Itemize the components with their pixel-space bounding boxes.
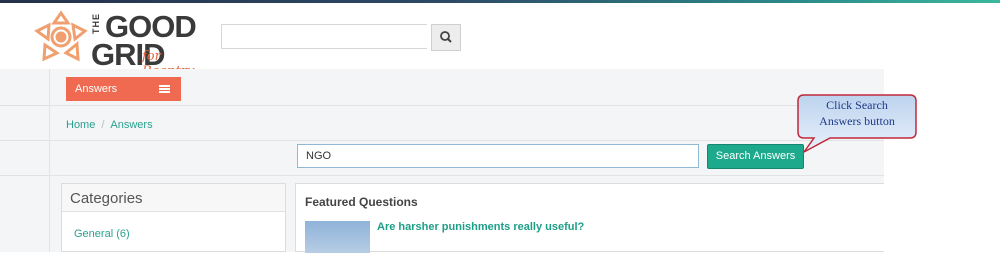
- category-item-general[interactable]: General (6): [74, 228, 130, 240]
- header-search-input[interactable]: [221, 24, 427, 49]
- site-logo[interactable]: THE GOOD GRID for Reentry: [33, 9, 213, 79]
- logo-the: THE: [91, 13, 101, 34]
- categories-heading: Categories: [62, 184, 285, 212]
- featured-heading: Featured Questions: [305, 195, 418, 209]
- breadcrumb: Home / Answers: [66, 119, 153, 131]
- answers-search-input[interactable]: [297, 144, 699, 168]
- section-divider: [50, 175, 884, 176]
- rail-divider: [0, 175, 49, 176]
- featured-question-link[interactable]: Are harsher punishments really useful?: [377, 221, 584, 233]
- breadcrumb-separator: /: [101, 119, 105, 131]
- breadcrumb-home[interactable]: Home: [66, 119, 95, 131]
- answers-section-bar[interactable]: Answers: [66, 77, 181, 101]
- section-divider: [50, 105, 884, 106]
- section-divider: [50, 140, 884, 141]
- instruction-callout: Click Search Answers button: [790, 92, 918, 156]
- rail-divider: [0, 105, 49, 106]
- rail-divider: [0, 140, 49, 141]
- main-content: Answers Home/Answers Search Answers Cate…: [50, 69, 884, 253]
- question-thumbnail[interactable]: [305, 221, 370, 253]
- categories-panel: Categories General (6): [61, 183, 286, 252]
- header-search-button[interactable]: [431, 24, 461, 51]
- search-icon: [440, 31, 452, 43]
- breadcrumb-current[interactable]: Answers: [110, 119, 152, 131]
- logo-flower-icon: [34, 10, 88, 62]
- hamburger-icon[interactable]: [159, 85, 170, 94]
- left-rail: [0, 69, 50, 252]
- header-search: [221, 24, 461, 51]
- site-header: THE GOOD GRID for Reentry: [0, 3, 1000, 79]
- featured-questions-panel: Featured Questions Are harsher punishmen…: [295, 183, 884, 253]
- callout-text: Click Search Answers button: [819, 98, 895, 128]
- answers-section-label: Answers: [75, 83, 118, 95]
